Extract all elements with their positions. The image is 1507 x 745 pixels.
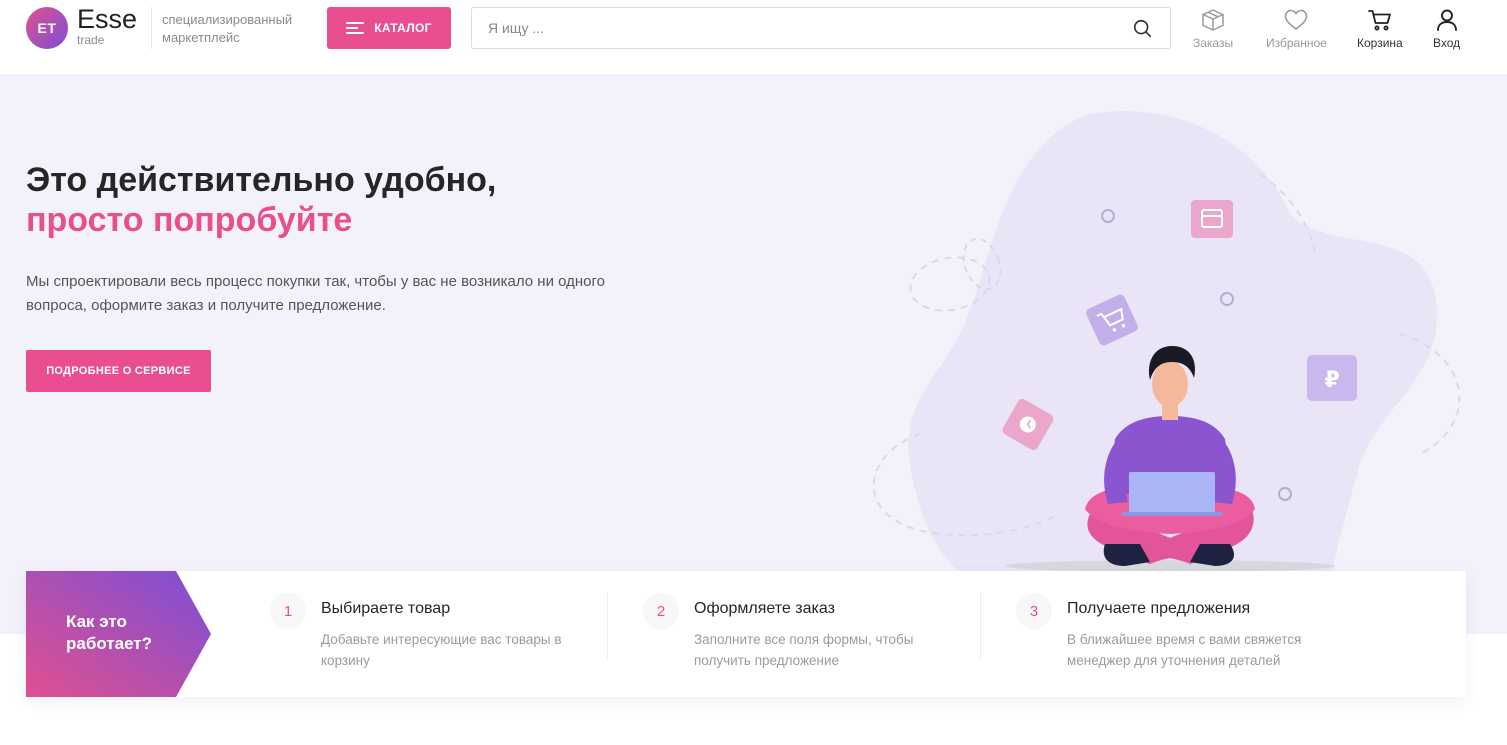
logo-divider [151, 7, 152, 49]
step-divider [980, 593, 981, 659]
how-it-works: Как это работает? 1 Выбираете товар Доба… [26, 571, 1466, 697]
search-input[interactable] [472, 8, 1112, 48]
hero-description: Мы спроектировали весь процесс покупки т… [26, 273, 605, 314]
nav-favorites-label: Избранное [1266, 36, 1327, 50]
step-description: Добавьте интересующие вас товары в корзи… [321, 632, 562, 668]
logo[interactable]: ET Esse trade [26, 4, 138, 49]
step-title: Получаете предложения [1067, 600, 1251, 617]
hero-illustration: ₽ [872, 111, 1461, 594]
learn-more-button[interactable]: ПОДРОБНЕЕ О СЕРВИСЕ [26, 350, 211, 392]
search-icon[interactable] [1132, 18, 1154, 40]
svg-text:₽: ₽ [1324, 368, 1339, 393]
search-box [471, 7, 1171, 49]
nav-cart-label: Корзина [1357, 36, 1403, 50]
step-title: Выбираете товар [321, 600, 451, 617]
hero-title-accent: просто попробуйте [26, 201, 353, 239]
how-it-works-title: Как это работает? [66, 612, 153, 653]
menu-icon [346, 22, 365, 34]
nav-login-label: Вход [1433, 36, 1461, 50]
how-it-works-banner: Как это работает? [26, 571, 211, 697]
hero-title: Это действительно удобно, [26, 161, 497, 199]
catalog-button-label: КАТАЛОГ [374, 21, 432, 35]
logo-name: Esse [77, 4, 138, 34]
cart-icon [1367, 10, 1391, 31]
step-number: 2 [643, 593, 679, 629]
logo-sub: trade [77, 33, 105, 47]
user-icon [1436, 9, 1457, 31]
catalog-button[interactable]: КАТАЛОГ [327, 7, 451, 49]
logo-badge: ET [26, 7, 68, 49]
nav-orders[interactable]: Заказы [1193, 8, 1233, 50]
step-number: 3 [1016, 593, 1052, 629]
tagline: специализированный маркетплейс [162, 12, 293, 45]
nav-login[interactable]: Вход [1433, 8, 1460, 50]
step-number: 1 [270, 593, 306, 629]
nav-orders-label: Заказы [1193, 36, 1234, 50]
hero-section: Это действительно удобно, просто попробу… [0, 74, 1507, 634]
box-icon [1202, 9, 1224, 31]
heart-icon [1285, 9, 1308, 31]
step-description: Заполните все поля формы, чтобы получить… [694, 632, 914, 668]
site-header: ET Esse trade специализированный маркетп… [0, 0, 1507, 74]
step-title: Оформляете заказ [694, 600, 835, 617]
step-divider [607, 593, 608, 659]
nav-cart[interactable]: Корзина [1357, 8, 1403, 50]
step-description: В ближайшее время с вами свяжется менедж… [1067, 632, 1302, 668]
nav-favorites[interactable]: Избранное [1266, 8, 1327, 50]
